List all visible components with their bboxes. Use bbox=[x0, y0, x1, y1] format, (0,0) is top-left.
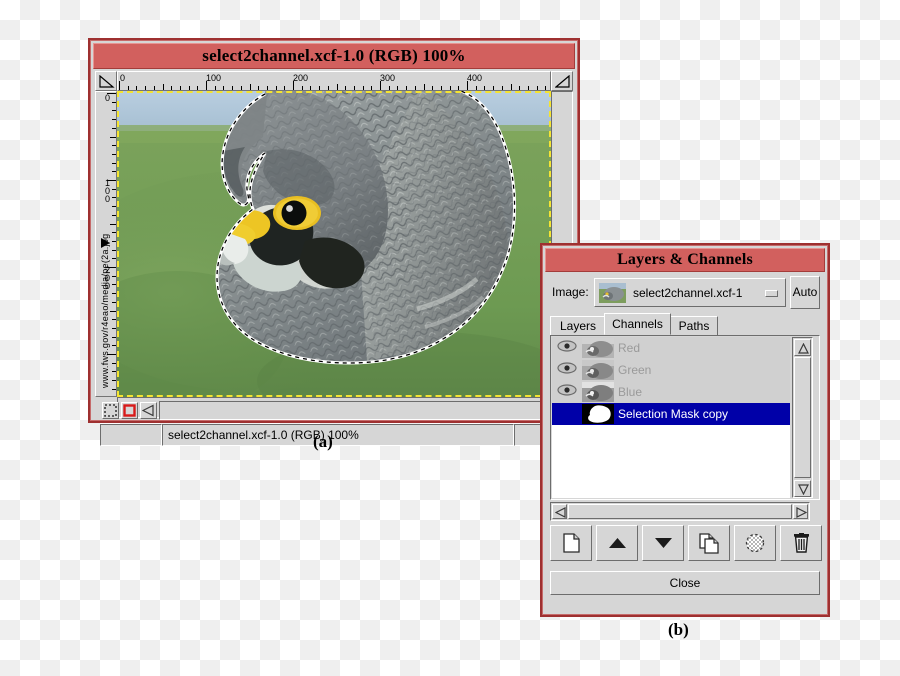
layers-channels-body: Image: select2channel.xcf-1 Auto Layers … bbox=[547, 274, 823, 612]
falcon-photograph[interactable] bbox=[117, 91, 551, 397]
scroll-thumb[interactable] bbox=[568, 504, 792, 519]
image-window[interactable]: select2channel.xcf-1.0 (RGB) 100% 0 100 … bbox=[88, 38, 580, 446]
new-channel-button[interactable] bbox=[550, 525, 592, 561]
channel-label: Blue bbox=[618, 385, 643, 399]
ruler-h-tick-label: 300 bbox=[380, 73, 396, 83]
delete-channel-icon bbox=[793, 533, 809, 553]
eye-icon[interactable] bbox=[552, 361, 582, 379]
new-channel-icon bbox=[562, 533, 580, 553]
channel-thumbnail bbox=[582, 338, 614, 358]
channel-label: Selection Mask copy bbox=[618, 407, 729, 421]
quickmask-spacer bbox=[159, 401, 576, 420]
channel-list[interactable]: Red Green Blue Selection Mask copy bbox=[552, 337, 790, 498]
channel-thumbnail bbox=[582, 360, 614, 380]
close-button-label: Close bbox=[669, 576, 701, 590]
channel-thumbnail-mask bbox=[582, 404, 614, 424]
channel-thumbnail bbox=[582, 382, 614, 402]
channel-row-selection-mask-copy[interactable]: Selection Mask copy bbox=[552, 403, 790, 425]
quickmask-toolbar bbox=[100, 400, 578, 421]
ruler-right-corner[interactable] bbox=[551, 71, 573, 91]
delete-channel-button[interactable] bbox=[780, 525, 822, 561]
channel-toolbar bbox=[550, 525, 822, 563]
statusbar-left-cell bbox=[100, 424, 162, 446]
dialog-tabs: Layers Channels Paths bbox=[550, 313, 820, 335]
image-selector-row: Image: select2channel.xcf-1 Auto bbox=[550, 276, 820, 310]
layers-channels-titlebar[interactable]: Layers & Channels bbox=[545, 248, 825, 272]
scroll-right-arrow[interactable] bbox=[793, 504, 808, 519]
ruler-right-corner-icon bbox=[555, 75, 570, 88]
ruler-corner-icon bbox=[99, 75, 115, 88]
image-window-titlebar[interactable]: select2channel.xcf-1.0 (RGB) 100% bbox=[93, 43, 575, 69]
channel-list-horizontal-scrollbar[interactable] bbox=[550, 502, 810, 521]
ruler-h-tick-label: 100 bbox=[206, 73, 222, 83]
ruler-h-tick-label: 0 bbox=[120, 73, 126, 83]
photo-source-url: www.fws.gov/r4eao/media/pe(2a.jpg bbox=[100, 233, 110, 388]
scroll-thumb[interactable] bbox=[794, 357, 811, 478]
scroll-up-arrow[interactable] bbox=[794, 339, 811, 356]
duplicate-channel-icon bbox=[699, 532, 719, 554]
image-window-body: 0 100 200 300 400 0 100 200 select2chann… bbox=[95, 71, 578, 446]
channel-to-selection-button[interactable] bbox=[734, 525, 776, 561]
lower-channel-button[interactable] bbox=[642, 525, 684, 561]
channel-row-blue[interactable]: Blue bbox=[552, 381, 790, 403]
tab-paths[interactable]: Paths bbox=[670, 316, 718, 335]
channel-label: Red bbox=[618, 341, 641, 355]
figure-caption-a: (a) bbox=[313, 432, 333, 451]
tab-layers[interactable]: Layers bbox=[550, 316, 606, 335]
tab-channels[interactable]: Channels bbox=[604, 313, 671, 335]
auto-button[interactable]: Auto bbox=[790, 276, 820, 309]
eye-icon[interactable] bbox=[552, 339, 582, 357]
scroll-left-arrow[interactable] bbox=[552, 504, 567, 519]
statusbar-message: select2channel.xcf-1.0 (RGB) 100% bbox=[162, 424, 514, 446]
chevron-down-icon[interactable] bbox=[765, 290, 778, 297]
eye-icon[interactable] bbox=[552, 383, 582, 401]
channel-label: Green bbox=[618, 363, 652, 377]
lower-channel-icon bbox=[654, 538, 672, 548]
channel-list-vertical-scrollbar[interactable] bbox=[792, 337, 813, 498]
channel-row-green[interactable]: Green bbox=[552, 359, 790, 381]
layers-channels-inner: Layers & Channels Image: select2channel.… bbox=[542, 245, 828, 615]
ruler-origin-corner[interactable] bbox=[95, 71, 117, 91]
duplicate-channel-button[interactable] bbox=[688, 525, 730, 561]
image-canvas[interactable] bbox=[117, 91, 551, 397]
navigation-arrow-icon[interactable] bbox=[140, 402, 157, 419]
raise-channel-icon bbox=[608, 538, 626, 548]
image-statusbar: select2channel.xcf-1.0 (RGB) 100% bbox=[100, 424, 578, 446]
image-thumbnail bbox=[599, 283, 626, 303]
image-window-inner: select2channel.xcf-1.0 (RGB) 100% 0 100 … bbox=[90, 40, 578, 446]
channel-row-red[interactable]: Red bbox=[552, 337, 790, 359]
horizontal-ruler[interactable]: 0 100 200 300 400 bbox=[117, 71, 551, 91]
image-dropdown[interactable]: select2channel.xcf-1 bbox=[594, 278, 786, 307]
auto-button-label: Auto bbox=[792, 285, 818, 299]
dotted-square-icon[interactable] bbox=[102, 402, 119, 419]
ruler-h-tick-label: 200 bbox=[293, 73, 309, 83]
close-button[interactable]: Close bbox=[550, 571, 820, 595]
layers-channels-dialog[interactable]: Layers & Channels Image: select2channel.… bbox=[540, 243, 830, 617]
image-dropdown-value: select2channel.xcf-1 bbox=[633, 286, 743, 300]
image-selector-label: Image: bbox=[552, 285, 589, 299]
channel-to-selection-icon bbox=[745, 533, 765, 553]
raise-channel-button[interactable] bbox=[596, 525, 638, 561]
ruler-h-tick-label: 400 bbox=[467, 73, 483, 83]
scroll-down-arrow[interactable] bbox=[794, 480, 811, 497]
figure-caption-b: (b) bbox=[668, 620, 689, 639]
channel-list-frame: Red Green Blue Selection Mask copy bbox=[550, 335, 820, 500]
red-square-icon[interactable] bbox=[121, 402, 138, 419]
